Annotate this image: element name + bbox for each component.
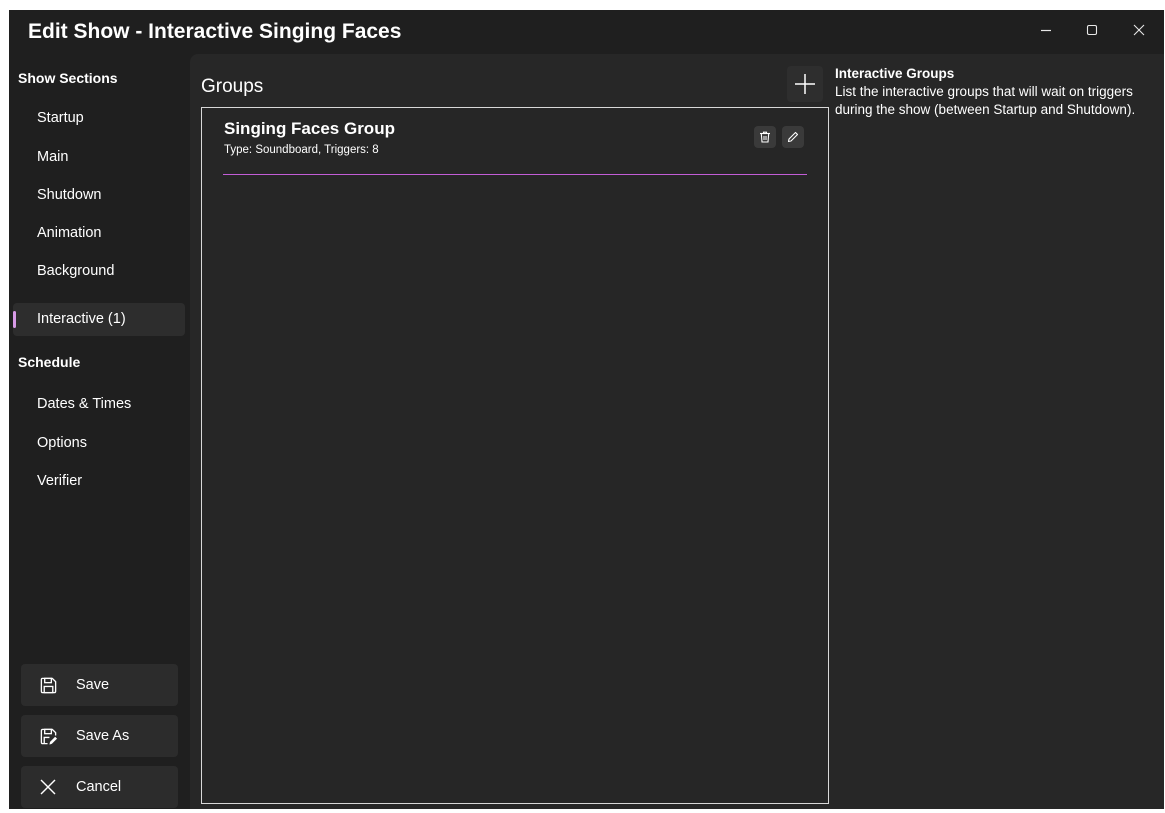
nav-item-label: Background — [37, 263, 115, 279]
nav-item-label: Animation — [37, 225, 102, 241]
help-description: List the interactive groups that will wa… — [835, 84, 1136, 117]
nav-item-verifier[interactable]: Verifier — [13, 465, 185, 498]
nav-item-interactive[interactable]: Interactive (1) — [13, 303, 185, 336]
nav-item-label: Verifier — [37, 473, 83, 489]
plus-icon — [795, 74, 815, 94]
nav-item-background[interactable]: Background — [13, 255, 185, 288]
edit-icon — [787, 131, 799, 143]
title-bar[interactable]: Edit Show - Interactive Singing Faces — [9, 10, 1164, 54]
groups-heading: Groups — [201, 76, 264, 97]
sidebar: Show Sections Startup Main Shutdown Anim… — [9, 54, 190, 809]
nav-item-options[interactable]: Options — [13, 427, 185, 460]
save-button-label: Save — [76, 677, 110, 693]
nav-item-label: Interactive (1) — [37, 311, 126, 327]
group-list-item[interactable]: Singing Faces Group Type: Soundboard, Tr… — [223, 118, 807, 175]
delete-group-button[interactable] — [754, 126, 776, 148]
nav-item-label: Startup — [37, 110, 84, 126]
maximize-icon — [1086, 24, 1098, 36]
group-details: Type: Soundboard, Triggers: 8 — [224, 144, 379, 156]
window-title: Edit Show - Interactive Singing Faces — [28, 20, 402, 43]
save-as-button-label: Save As — [76, 728, 130, 744]
delete-icon — [760, 131, 770, 143]
nav-item-startup[interactable]: Startup — [13, 102, 185, 135]
close-icon — [38, 777, 58, 797]
help-panel: Interactive Groups List the interactive … — [835, 66, 1160, 118]
save-icon — [38, 675, 58, 695]
nav-item-dates-times[interactable]: Dates & Times — [13, 388, 185, 421]
selection-indicator — [13, 311, 16, 328]
nav-item-label: Options — [37, 435, 87, 451]
add-group-button[interactable] — [787, 66, 823, 102]
save-as-icon — [38, 726, 58, 746]
group-name: Singing Faces Group — [224, 119, 395, 138]
save-as-button[interactable]: Save As — [21, 715, 178, 757]
edit-group-button[interactable] — [782, 126, 804, 148]
cancel-button-label: Cancel — [76, 779, 122, 795]
minimize-icon — [1041, 29, 1051, 32]
nav-item-animation[interactable]: Animation — [13, 217, 185, 250]
nav-item-main[interactable]: Main — [13, 141, 185, 174]
groups-list[interactable]: Singing Faces Group Type: Soundboard, Tr… — [201, 107, 829, 804]
minimize-button[interactable] — [1026, 10, 1066, 50]
save-button[interactable]: Save — [21, 664, 178, 706]
close-window-button[interactable] — [1119, 10, 1159, 50]
nav-item-label: Main — [37, 149, 69, 165]
cancel-button[interactable]: Cancel — [21, 766, 178, 808]
close-icon — [1133, 24, 1145, 36]
main-content: Groups Singing Faces Group Type: Soundbo… — [190, 54, 1164, 809]
schedule-header: Schedule — [18, 354, 81, 370]
nav-item-label: Dates & Times — [37, 396, 132, 412]
edit-show-window: Edit Show - Interactive Singing Faces Sh… — [9, 10, 1164, 809]
maximize-button[interactable] — [1072, 10, 1112, 50]
help-title: Interactive Groups — [835, 66, 955, 81]
show-sections-header: Show Sections — [18, 70, 118, 86]
nav-item-shutdown[interactable]: Shutdown — [13, 179, 185, 212]
nav-item-label: Shutdown — [37, 187, 102, 203]
